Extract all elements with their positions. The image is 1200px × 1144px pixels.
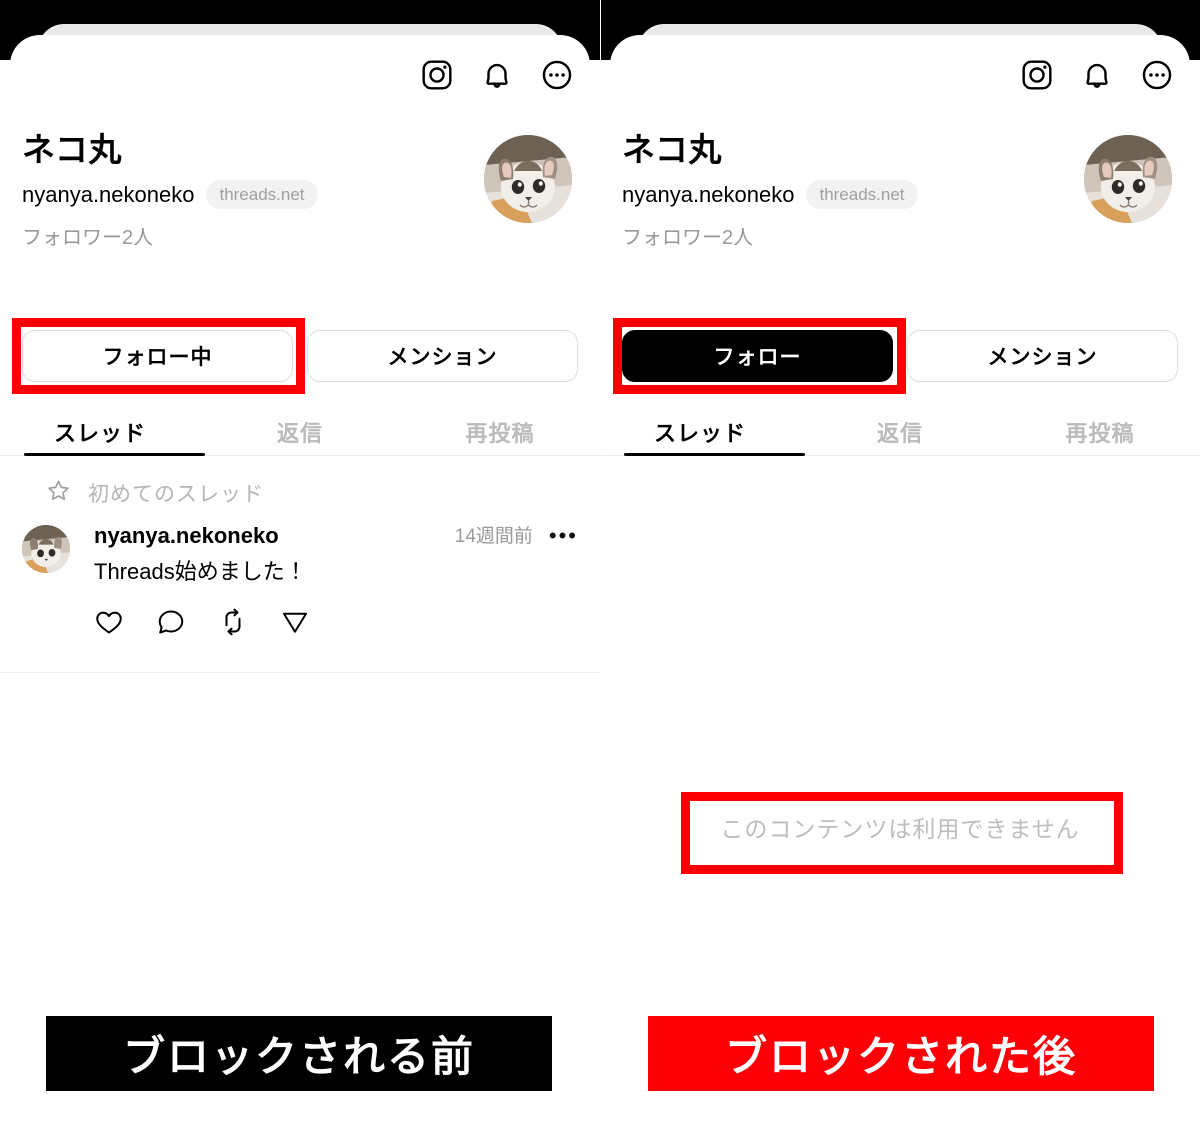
star-icon [46, 478, 71, 508]
content-unavailable-text: このコンテンツは利用できません [720, 816, 1080, 842]
post-action-row [94, 607, 578, 642]
profile-action-buttons: フォロー メンション [622, 330, 1178, 382]
post-separator [0, 672, 600, 673]
first-thread-label: 初めてのスレッド [88, 483, 264, 506]
display-name: ネコ丸 [622, 131, 722, 168]
post-meta: 14週間前 ••• [455, 525, 578, 547]
followers-count[interactable]: フォロワー2人 [22, 228, 153, 248]
handle-row: nyanya.nekoneko threads.net [22, 180, 318, 210]
avatar[interactable] [484, 135, 572, 223]
post-header: nyanya.nekoneko 14週間前 ••• [94, 525, 578, 547]
tab-replies[interactable]: 返信 [200, 406, 400, 458]
phone-screenshot-after: ネコ丸 nyanya.nekoneko threads.net フォロワー2人 [600, 0, 1200, 1000]
profile-action-buttons: フォロー中 メンション [22, 330, 578, 382]
profile-tabs: スレッド 返信 再投稿 [0, 406, 600, 458]
profile-block: ネコ丸 nyanya.nekoneko threads.net フォロワー2人 [22, 131, 578, 248]
tab-active-underline [624, 453, 805, 456]
following-button[interactable]: フォロー中 [22, 330, 293, 382]
post-username[interactable]: nyanya.nekoneko [94, 525, 279, 547]
post-more-icon[interactable]: ••• [549, 525, 578, 547]
post-timestamp: 14週間前 [454, 525, 533, 547]
post-avatar[interactable] [22, 525, 70, 573]
first-thread-row: 初めてのスレッド [46, 478, 264, 508]
phone-screenshot-before: ネコ丸 nyanya.nekoneko threads.net フォロワー2人 [0, 0, 600, 1000]
tab-threads[interactable]: スレッド [0, 406, 200, 458]
panel-divider [600, 0, 601, 1000]
header-icon-row [420, 58, 574, 97]
handle: nyanya.nekoneko [622, 181, 795, 207]
avatar[interactable] [1084, 135, 1172, 223]
caption-before-block: ブロックされる前 [46, 1016, 552, 1091]
bell-icon[interactable] [480, 58, 514, 97]
follow-button[interactable]: フォロー [622, 330, 893, 382]
followers-count[interactable]: フォロワー2人 [622, 228, 753, 248]
post: nyanya.nekoneko 14週間前 ••• Threads始めました！ [22, 525, 578, 642]
more-circle-icon[interactable] [1140, 58, 1174, 97]
comment-icon[interactable] [156, 607, 186, 642]
comparison-stage: ネコ丸 nyanya.nekoneko threads.net フォロワー2人 [0, 0, 1200, 1000]
header-icon-row [1020, 58, 1174, 97]
post-text: Threads始めました！ [94, 559, 307, 584]
profile-text: ネコ丸 nyanya.nekoneko threads.net [622, 131, 918, 210]
profile-block: ネコ丸 nyanya.nekoneko threads.net フォロワー2人 [622, 131, 1178, 248]
post-body: nyanya.nekoneko 14週間前 ••• Threads始めました！ [94, 525, 578, 642]
instagram-icon[interactable] [1020, 58, 1054, 97]
mention-button[interactable]: メンション [907, 330, 1178, 382]
handle-row: nyanya.nekoneko threads.net [622, 180, 918, 210]
tab-active-underline [24, 453, 205, 456]
profile-tabs: スレッド 返信 再投稿 [600, 406, 1200, 458]
heart-icon[interactable] [94, 607, 124, 642]
share-icon[interactable] [280, 607, 310, 642]
tab-reposts[interactable]: 再投稿 [1000, 406, 1200, 458]
domain-chip[interactable]: threads.net [806, 180, 918, 210]
tab-reposts[interactable]: 再投稿 [400, 406, 600, 458]
more-circle-icon[interactable] [540, 58, 574, 97]
instagram-icon[interactable] [420, 58, 454, 97]
profile-text: ネコ丸 nyanya.nekoneko threads.net [22, 131, 318, 210]
tab-replies[interactable]: 返信 [800, 406, 1000, 458]
bell-icon[interactable] [1080, 58, 1114, 97]
mention-button[interactable]: メンション [307, 330, 578, 382]
domain-chip[interactable]: threads.net [206, 180, 318, 210]
caption-after-block: ブロックされた後 [648, 1016, 1154, 1091]
handle: nyanya.nekoneko [22, 181, 195, 207]
tab-threads[interactable]: スレッド [600, 406, 800, 458]
repost-icon[interactable] [218, 607, 248, 642]
display-name: ネコ丸 [22, 131, 122, 168]
